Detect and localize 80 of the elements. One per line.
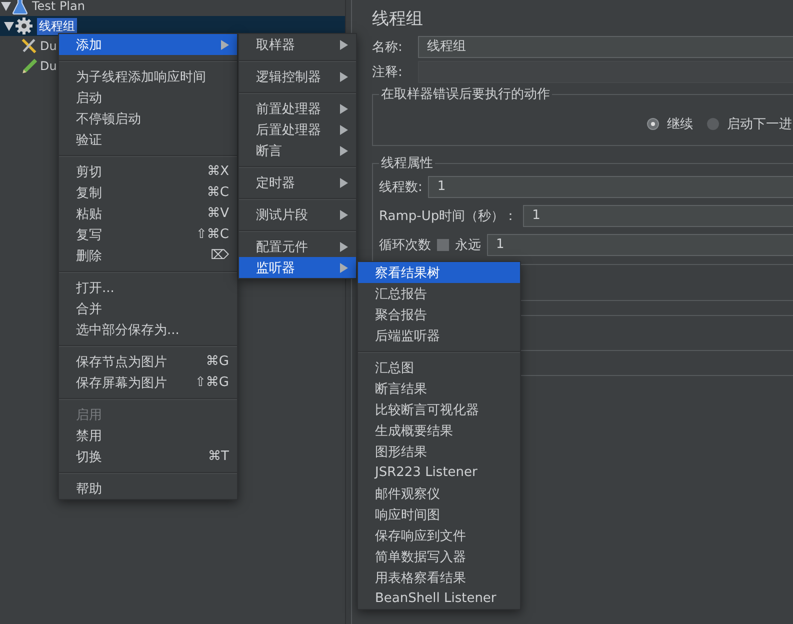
menu-item[interactable]: 生成概要结果: [358, 420, 520, 441]
radio-option[interactable]: 继续: [647, 115, 693, 133]
tools-icon: [20, 37, 38, 55]
tree-item[interactable]: Du: [40, 39, 57, 53]
shortcut-text: ⌘X: [207, 164, 229, 179]
menu-item[interactable]: 粘贴 ⌘V: [59, 203, 237, 224]
field-label: Ramp-Up时间（秒）：: [379, 208, 518, 225]
radio-label: 启动下一进: [727, 116, 792, 133]
menu-item[interactable]: 添加: [59, 34, 237, 55]
menu-item[interactable]: 简单数据写入器: [358, 546, 520, 567]
menu-item[interactable]: JSR223 Listener: [358, 462, 520, 483]
field-label: 线程数:: [379, 179, 422, 196]
pencil-icon: [20, 57, 38, 75]
menu-item[interactable]: 配置元件: [239, 236, 356, 257]
panel-title: 线程组: [372, 8, 424, 31]
menu-item[interactable]: 不停顿启动: [59, 108, 237, 129]
menu-item[interactable]: 比较断言可视化器: [358, 399, 520, 420]
shortcut-text: ⌘C: [206, 185, 229, 200]
radio-option[interactable]: 启动下一进: [707, 115, 792, 133]
group-title: 在取样器错误后要执行的动作: [380, 86, 551, 103]
menu-item[interactable]: 选中部分保存为...: [59, 319, 237, 340]
shortcut-text: ⌘T: [208, 449, 229, 464]
menu-item[interactable]: 图形结果: [358, 441, 520, 462]
menu-item[interactable]: 聚合报告: [358, 304, 520, 325]
menu-item[interactable]: 汇总图: [358, 357, 520, 378]
menu-item[interactable]: 定时器: [239, 172, 356, 193]
menu-item[interactable]: 前置处理器: [239, 98, 356, 119]
menu-item[interactable]: 保存屏幕为图片 ⇧⌘G: [59, 372, 237, 393]
shortcut-text: ⇧⌘C: [196, 227, 229, 242]
menu-item[interactable]: 复制 ⌘C: [59, 182, 237, 203]
menu-item[interactable]: 禁用: [59, 425, 237, 446]
name-field[interactable]: 线程组: [418, 36, 793, 58]
menu-item[interactable]: 后端监听器: [358, 325, 520, 346]
tree-item[interactable]: Du: [40, 59, 57, 73]
menu-item[interactable]: 帮助: [59, 478, 237, 499]
field-label: 循环次数: [379, 237, 431, 254]
menu-item[interactable]: 切换 ⌘T: [59, 446, 237, 467]
shortcut-text: ⇧⌘G: [195, 375, 229, 390]
collapse-arrow-icon[interactable]: [4, 22, 14, 30]
menu-item[interactable]: 断言: [239, 140, 356, 161]
menu-item[interactable]: 保存响应到文件: [358, 525, 520, 546]
menu-item[interactable]: 后置处理器: [239, 119, 356, 140]
menu-item[interactable]: 复写 ⇧⌘C: [59, 224, 237, 245]
menu-item[interactable]: 为子线程添加响应时间: [59, 66, 237, 87]
tree-item[interactable]: 线程组: [37, 18, 77, 34]
menu-item[interactable]: 取样器: [239, 34, 356, 55]
shortcut-text: ⌦: [210, 248, 229, 263]
menu-item[interactable]: 验证: [59, 129, 237, 150]
flask-icon: [12, 0, 28, 15]
group-title: 线程属性: [380, 155, 434, 172]
radio-icon[interactable]: [647, 118, 659, 130]
radio-icon[interactable]: [707, 118, 719, 130]
menu-item[interactable]: 启动: [59, 87, 237, 108]
field-label: 注释:: [372, 64, 404, 81]
checkbox-label: 永远: [455, 237, 481, 254]
menu-item[interactable]: 邮件观察仪: [358, 483, 520, 504]
menu-item[interactable]: 用表格察看结果: [358, 567, 520, 588]
menu-item[interactable]: 合并: [59, 298, 237, 319]
menu-item[interactable]: 剪切 ⌘X: [59, 161, 237, 182]
threads-field[interactable]: 1: [428, 176, 793, 198]
menu-item[interactable]: 响应时间图: [358, 504, 520, 525]
tree-item[interactable]: Test Plan: [32, 0, 85, 13]
menu-item[interactable]: 测试片段: [239, 204, 356, 225]
menu-item[interactable]: 汇总报告: [358, 283, 520, 304]
checkbox[interactable]: [437, 239, 449, 251]
menu-item[interactable]: 保存节点为图片 ⌘G: [59, 351, 237, 372]
radio-label: 继续: [667, 116, 693, 133]
menu-item[interactable]: 打开...: [59, 277, 237, 298]
menu-item[interactable]: 删除 ⌦: [59, 245, 237, 266]
menu-item[interactable]: 监听器: [239, 257, 356, 278]
collapse-arrow-icon[interactable]: [1, 2, 11, 10]
field-label: 名称:: [372, 39, 404, 56]
menu-item[interactable]: BeanShell Listener: [358, 588, 520, 609]
loop-count-field[interactable]: 1: [487, 234, 793, 256]
menu-item[interactable]: 断言结果: [358, 378, 520, 399]
ramp-up-field[interactable]: 1: [523, 205, 793, 227]
menu-item[interactable]: 逻辑控制器: [239, 66, 356, 87]
shortcut-text: ⌘V: [207, 206, 229, 221]
shortcut-text: ⌘G: [206, 354, 229, 369]
menu-item[interactable]: 察看结果树: [358, 262, 520, 283]
